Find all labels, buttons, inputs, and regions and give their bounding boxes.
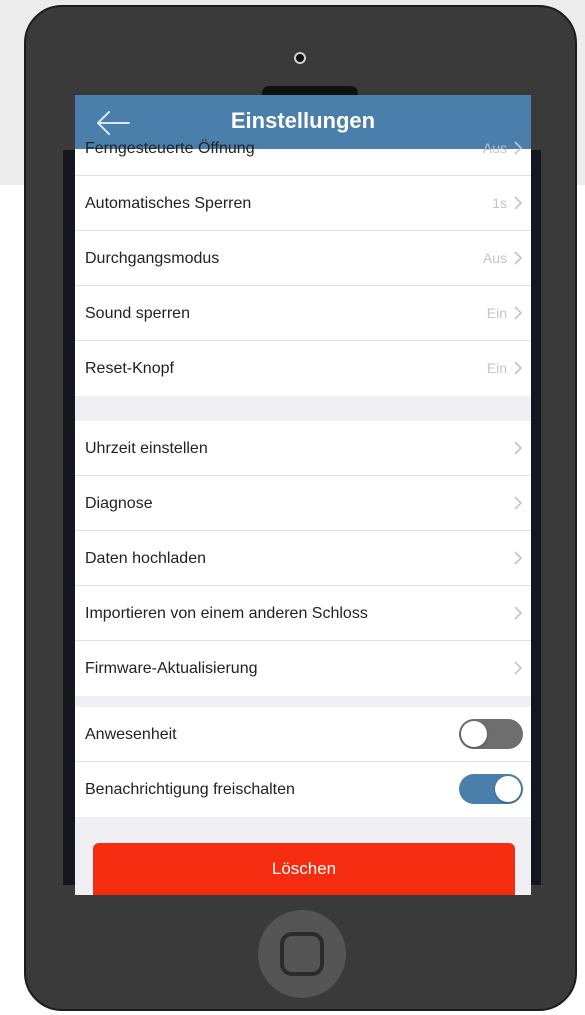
settings-row: Anwesenheit [75, 707, 531, 762]
settings-row: Benachrichtigung freischalten [75, 762, 531, 817]
row-label: Importieren von einem anderen Schloss [85, 605, 368, 622]
settings-row[interactable]: Importieren von einem anderen Schloss [75, 586, 531, 641]
row-label: Sound sperren [85, 305, 190, 322]
settings-row[interactable]: Sound sperren Ein [75, 286, 531, 341]
row-label: Benachrichtigung freischalten [85, 781, 295, 798]
settings-group-tools: Uhrzeit einstellen Diagnose Daten hochla… [75, 421, 531, 696]
settings-row[interactable]: Firmware-Aktualisierung [75, 641, 531, 696]
toggle-knob [495, 776, 521, 802]
chevron-right-icon [514, 496, 523, 510]
chevron-right-icon [514, 306, 523, 320]
row-label: Firmware-Aktualisierung [85, 660, 258, 677]
row-value: Aus [482, 250, 507, 266]
chevron-right-icon [514, 196, 523, 210]
row-label: Durchgangsmodus [85, 250, 220, 267]
row-label: Uhrzeit einstellen [85, 440, 208, 457]
chevron-right-icon [514, 441, 523, 455]
settings-row[interactable]: Automatisches Sperren 1s [75, 176, 531, 231]
row-value: 1s [492, 195, 507, 211]
row-value: Ein [486, 305, 507, 321]
front-camera [294, 52, 306, 64]
presence-toggle[interactable] [459, 719, 523, 749]
chevron-right-icon [514, 606, 523, 620]
notification-toggle[interactable] [459, 774, 523, 804]
chevron-right-icon [514, 251, 523, 265]
row-value: Aus [482, 140, 507, 156]
settings-row[interactable]: Reset-Knopf Ein [75, 341, 531, 396]
chevron-right-icon [514, 551, 523, 565]
row-label: Daten hochladen [85, 550, 206, 567]
row-label: Anwesenheit [85, 726, 177, 743]
settings-group-toggles: Anwesenheit Benachrichtigung freischalte… [75, 707, 531, 817]
chevron-right-icon [514, 141, 523, 155]
home-button-square-icon [280, 932, 324, 976]
chevron-right-icon [514, 661, 523, 675]
settings-row[interactable]: Daten hochladen [75, 531, 531, 586]
row-label: Reset-Knopf [85, 360, 174, 377]
chevron-right-icon [514, 361, 523, 375]
delete-button[interactable]: Löschen [93, 843, 515, 895]
row-value: Ein [486, 360, 507, 376]
settings-row[interactable]: Uhrzeit einstellen [75, 421, 531, 476]
row-label: Automatisches Sperren [85, 195, 252, 212]
settings-row[interactable]: Diagnose [75, 476, 531, 531]
settings-row[interactable]: Ferngesteuerte Öffnung Aus [75, 140, 531, 176]
app-screen: Einstellungen Ferngesteuerte Öffnung Aus… [75, 95, 531, 895]
settings-group-status: Ferngesteuerte Öffnung Aus Automatisches… [75, 140, 531, 396]
toggle-knob [461, 721, 487, 747]
row-label: Diagnose [85, 495, 153, 512]
row-label: Ferngesteuerte Öffnung [85, 140, 255, 157]
settings-row[interactable]: Durchgangsmodus Aus [75, 231, 531, 286]
